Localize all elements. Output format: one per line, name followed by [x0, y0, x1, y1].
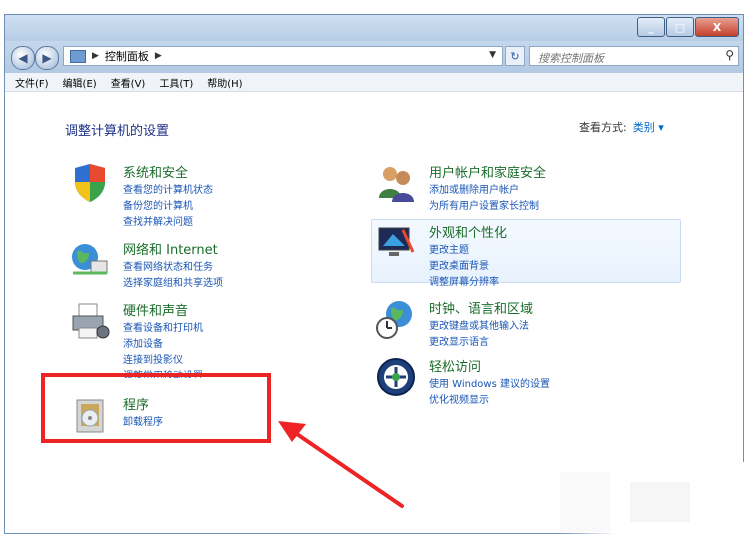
annotation-arrow-icon: [278, 421, 404, 508]
watermark-blur: [560, 462, 746, 536]
